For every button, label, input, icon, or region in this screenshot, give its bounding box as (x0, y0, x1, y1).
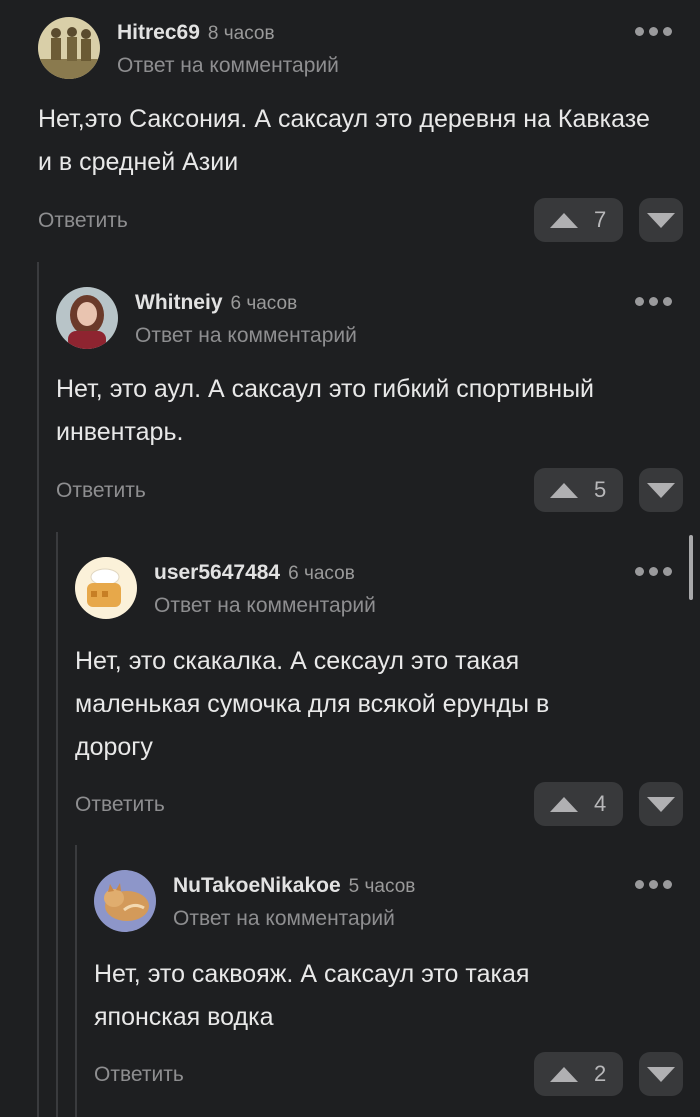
upvote-button[interactable]: 2 (534, 1052, 623, 1096)
scrollbar[interactable] (689, 535, 693, 600)
arrow-down-icon (647, 1066, 675, 1082)
comment-text: Нет, это аул. А саксаул это гибкий спорт… (56, 375, 595, 446)
soldiers-photo-avatar[interactable] (38, 17, 100, 79)
comment-text: Нет, это скакалка. А сексаул это такая м… (75, 647, 550, 761)
reply-to-link[interactable]: Ответ на комментарий (135, 324, 357, 348)
thread-line-level-2 (56, 532, 58, 1117)
cat-photo-avatar[interactable] (94, 870, 156, 932)
reply-to-link[interactable]: Ответ на комментарий (173, 907, 395, 931)
vote-count: 2 (594, 1061, 607, 1086)
thread-line-level-3 (75, 845, 77, 1117)
reply-button[interactable]: Ответить (94, 1063, 184, 1087)
more-options-icon[interactable] (635, 27, 672, 36)
arrow-up-icon (550, 212, 578, 228)
downvote-button[interactable] (639, 782, 683, 826)
vote-count: 4 (594, 791, 607, 816)
comment: NuTakoeNikakoe 5 часов Ответ на комментар… (94, 870, 700, 1117)
upvote-button[interactable]: 4 (534, 782, 623, 826)
downvote-button[interactable] (639, 1052, 683, 1096)
more-options-icon[interactable] (635, 880, 672, 889)
comment-time: 6 часов (288, 563, 355, 584)
reply-button[interactable]: Ответить (75, 793, 165, 817)
comment-author[interactable]: Whitneiy 6 часов (135, 291, 297, 315)
comment-time: 5 часов (348, 876, 416, 897)
arrow-down-icon (647, 482, 675, 498)
more-options-icon[interactable] (635, 297, 672, 306)
arrow-down-icon (647, 212, 675, 228)
arrow-up-icon (550, 1066, 578, 1082)
thread-line-level-1 (37, 262, 39, 1117)
vote-count: 7 (594, 207, 607, 232)
comment-author[interactable]: Hitrec69 8 часов (117, 21, 275, 45)
upvote-button[interactable]: 5 (534, 468, 623, 512)
vote-count: 5 (594, 477, 607, 502)
arrow-up-icon (550, 796, 578, 812)
author-name[interactable]: NuTakoeNikakoe (173, 874, 341, 897)
arrow-up-icon (550, 482, 578, 498)
girl-photo-avatar[interactable] (56, 287, 118, 349)
more-options-icon[interactable] (635, 567, 672, 576)
reply-to-link[interactable]: Ответ на комментарий (117, 54, 339, 78)
reply-button[interactable]: Ответить (38, 209, 128, 233)
comment-time: 8 часов (207, 23, 275, 44)
author-name[interactable]: Whitneiy (135, 291, 223, 314)
bread-cartoon-avatar[interactable] (75, 557, 137, 619)
comment-text: Нет, это саквояж. А саксаул это такая яп… (94, 960, 530, 1031)
comment-text: Нет,это Саксония. А саксаул это деревня … (38, 105, 650, 176)
comment: user5647484 6 часов Ответ на комментарий … (75, 557, 700, 832)
comment-time: 6 часов (230, 293, 298, 314)
downvote-button[interactable] (639, 468, 683, 512)
arrow-down-icon (647, 796, 675, 812)
author-name[interactable]: user5647484 (154, 561, 280, 584)
comment: Whitneiy 6 часов Ответ на комментарий Нет… (56, 287, 700, 517)
comment: Hitrec69 8 часов Ответ на комментарий Нет… (38, 17, 700, 247)
reply-to-link[interactable]: Ответ на комментарий (154, 594, 376, 618)
comment-author[interactable]: user5647484 6 часов (154, 561, 355, 585)
upvote-button[interactable]: 7 (534, 198, 623, 242)
reply-button[interactable]: Ответить (56, 479, 146, 503)
comment-author[interactable]: NuTakoeNikakoe 5 часов (173, 874, 415, 898)
author-name[interactable]: Hitrec69 (117, 21, 200, 44)
downvote-button[interactable] (639, 198, 683, 242)
